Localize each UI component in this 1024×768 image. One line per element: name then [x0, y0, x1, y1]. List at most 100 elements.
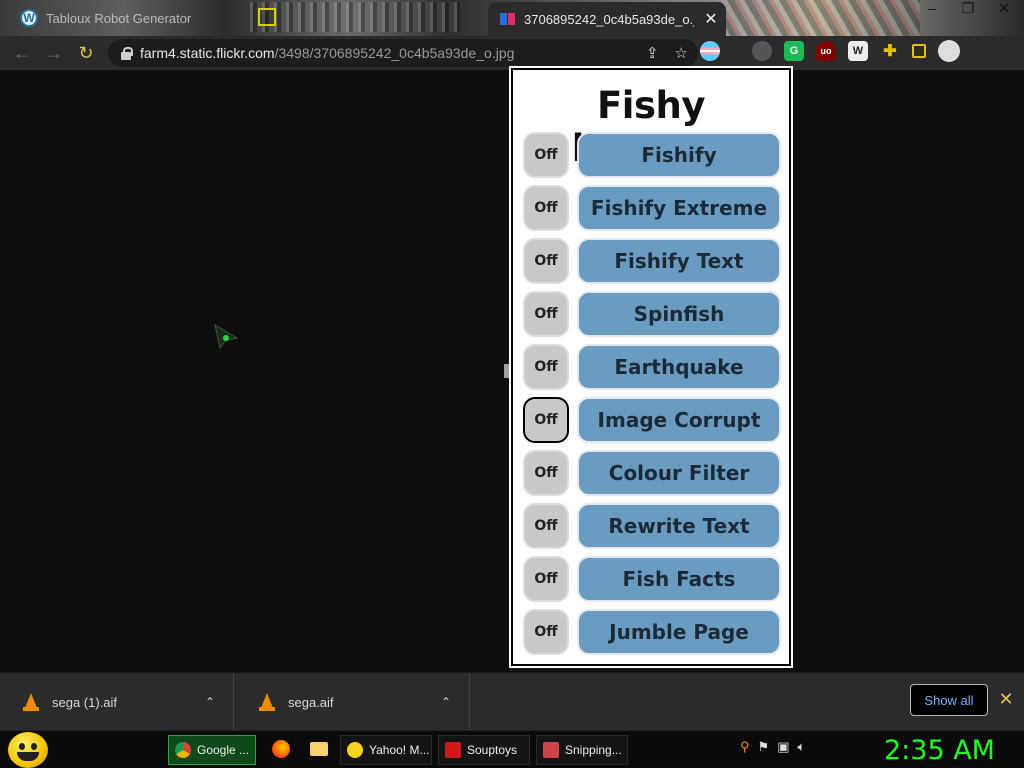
- yahoo-messenger-icon: [347, 742, 363, 758]
- reload-button[interactable]: ↻: [70, 39, 102, 67]
- taskbar-item-label: Snipping...: [565, 743, 622, 757]
- fishy-row: Off Rewrite Text: [523, 503, 781, 549]
- network-icon[interactable]: ▣: [777, 739, 789, 755]
- vlc-file-icon: [22, 693, 40, 711]
- souptoys-icon: [445, 742, 461, 758]
- omnibox-actions: ⇪ ☆: [646, 44, 688, 62]
- folder-icon[interactable]: [308, 738, 330, 760]
- fishify-text-button[interactable]: Fishify Text: [577, 238, 781, 284]
- tabstrip-theme-art-right: [720, 0, 920, 36]
- download-filename: sega (1).aif: [52, 694, 118, 710]
- bookmark-star-icon[interactable]: ☆: [675, 44, 688, 62]
- extension-icons: G uo W ✚: [700, 40, 960, 62]
- toggle-earthquake-button[interactable]: Off: [523, 344, 569, 390]
- address-bar[interactable]: farm4.static.flickr.com/3498/3706895242_…: [108, 39, 698, 67]
- fishy-row: Off Fishify Text: [523, 238, 781, 284]
- taskbar-item-label: Yahoo! M...: [369, 743, 430, 757]
- wordpress-icon: W: [20, 9, 38, 27]
- ublock-extension-icon[interactable]: uo: [816, 41, 836, 61]
- vlc-file-icon: [258, 693, 276, 711]
- flickr-icon: [500, 13, 516, 25]
- rewrite-text-button[interactable]: Rewrite Text: [577, 503, 781, 549]
- show-all-button[interactable]: Show all: [910, 684, 988, 716]
- share-icon[interactable]: ⇪: [646, 44, 659, 62]
- green-extension-icon[interactable]: G: [784, 41, 804, 61]
- lock-icon[interactable]: [120, 47, 133, 60]
- wappalyzer-extension-icon[interactable]: W: [848, 41, 868, 61]
- trans-flag-extension-icon[interactable]: [700, 41, 720, 61]
- back-button[interactable]: ←: [6, 39, 38, 67]
- fishy-row: Off Colour Filter: [523, 450, 781, 496]
- jumble-page-button[interactable]: Jumble Page: [577, 609, 781, 655]
- firefox-icon[interactable]: [270, 738, 292, 760]
- close-window-button[interactable]: ✕: [994, 0, 1014, 17]
- fishify-button[interactable]: Fishify: [577, 132, 781, 178]
- colour-filter-button[interactable]: Colour Filter: [577, 450, 781, 496]
- fishy-row: Off Spinfish: [523, 291, 781, 337]
- fishy-buttons-panel: Fishy buttons Off Fishify Off Fishify Ex…: [511, 68, 791, 666]
- smiley-eye: [19, 743, 25, 750]
- window-controls: – ❐ ✕: [922, 0, 1014, 17]
- tab-flickr-image[interactable]: 3706895242_0c4b5a93de_o.jpg ✕: [488, 2, 726, 36]
- spy-extension-icon[interactable]: [752, 41, 772, 61]
- toggle-fish-facts-button[interactable]: Off: [523, 556, 569, 602]
- forward-button[interactable]: →: [38, 39, 70, 67]
- taskbar-item-yahoo[interactable]: Yahoo! M...: [340, 735, 432, 765]
- tab-robot-generator[interactable]: W Tabloux Robot Generator: [10, 2, 240, 34]
- fishy-row: Off Image Corrupt: [523, 397, 781, 443]
- cursor-icon: [214, 324, 238, 350]
- download-shelf: sega (1).aif ⌃ sega.aif ⌃ Show all ✕: [0, 672, 1024, 731]
- clock[interactable]: 2:35 AM: [884, 733, 1014, 767]
- fishify-extreme-button[interactable]: Fishify Extreme: [577, 185, 781, 231]
- fishy-row: Off Fish Facts: [523, 556, 781, 602]
- tab-label: Tabloux Robot Generator: [46, 10, 192, 26]
- fish-facts-button[interactable]: Fish Facts: [577, 556, 781, 602]
- url-path: /3498/3706895242_0c4b5a93de_o.jpg: [274, 45, 515, 61]
- download-item[interactable]: sega (1).aif ⌃: [0, 673, 234, 731]
- image-corrupt-button[interactable]: Image Corrupt: [577, 397, 781, 443]
- fishy-row: Off Jumble Page: [523, 609, 781, 655]
- fishy-row: Off Earthquake: [523, 344, 781, 390]
- taskbar-item-souptoys[interactable]: Souptoys: [438, 735, 530, 765]
- tabstrip-theme-art: [250, 2, 460, 32]
- earthquake-button[interactable]: Earthquake: [577, 344, 781, 390]
- tab-label: 3706895242_0c4b5a93de_o.jpg: [524, 11, 694, 27]
- sidepanel-icon[interactable]: [912, 44, 926, 58]
- url-host: farm4.static.flickr.com: [140, 45, 275, 61]
- minimize-button[interactable]: –: [922, 0, 942, 17]
- taskbar-item-label: Google ...: [197, 743, 250, 757]
- chevron-up-icon[interactable]: ⌃: [441, 695, 451, 709]
- toggle-jumble-page-button[interactable]: Off: [523, 609, 569, 655]
- loading-spinner-icon: [258, 8, 276, 26]
- close-shelf-icon[interactable]: ✕: [996, 689, 1016, 709]
- spinfish-button[interactable]: Spinfish: [577, 291, 781, 337]
- toggle-spinfish-button[interactable]: Off: [523, 291, 569, 337]
- tab-close-icon[interactable]: ✕: [702, 10, 720, 28]
- search-icon[interactable]: ⚲: [740, 739, 750, 755]
- taskbar-item-snipping[interactable]: Snipping...: [536, 735, 628, 765]
- taskbar-item-label: Souptoys: [467, 743, 518, 757]
- puzzle-extensions-icon[interactable]: ✚: [880, 41, 900, 61]
- chrome-icon: [175, 742, 191, 758]
- volume-icon[interactable]: 🔈︎: [797, 739, 805, 755]
- toggle-rewrite-text-button[interactable]: Off: [523, 503, 569, 549]
- toggle-image-corrupt-button[interactable]: Off: [523, 397, 569, 443]
- start-button[interactable]: [8, 732, 48, 768]
- smiley-mouth: [17, 752, 39, 761]
- chevron-up-icon[interactable]: ⌃: [205, 695, 215, 709]
- flag-icon[interactable]: ⚑: [758, 739, 770, 755]
- fishy-row: Off Fishify Extreme: [523, 185, 781, 231]
- toggle-colour-filter-button[interactable]: Off: [523, 450, 569, 496]
- download-filename: sega.aif: [288, 694, 334, 710]
- restore-button[interactable]: ❐: [958, 0, 978, 17]
- toggle-fishify-button[interactable]: Off: [523, 132, 569, 178]
- taskbar-item-chrome[interactable]: Google ...: [168, 735, 256, 765]
- snipping-tool-icon: [543, 742, 559, 758]
- toggle-fishify-extreme-button[interactable]: Off: [523, 185, 569, 231]
- smiley-eye: [31, 743, 37, 750]
- fishy-row: Off Fishify: [523, 132, 781, 178]
- profile-avatar-icon[interactable]: [938, 40, 960, 62]
- toggle-fishify-text-button[interactable]: Off: [523, 238, 569, 284]
- download-item[interactable]: sega.aif ⌃: [236, 673, 470, 731]
- system-tray: ⚲ ⚑ ▣ 🔈︎: [740, 739, 805, 755]
